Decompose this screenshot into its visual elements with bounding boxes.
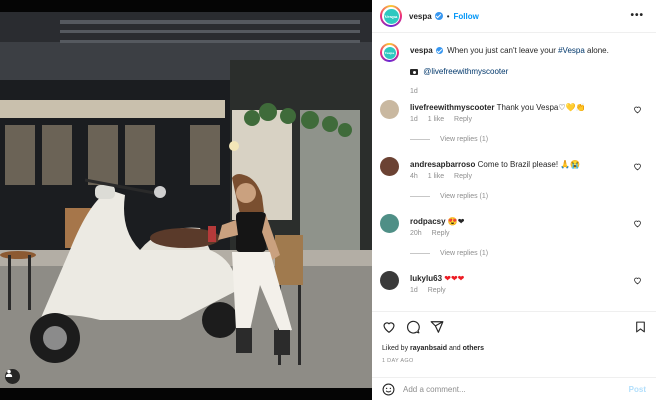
commenter-username[interactable]: lukylu63 xyxy=(410,274,442,283)
caption-body: When you just can't leave your xyxy=(447,46,556,55)
author-username[interactable]: vespa xyxy=(409,12,432,21)
commenter-avatar[interactable] xyxy=(380,214,399,233)
view-replies-button[interactable]: View replies (1) xyxy=(410,136,488,143)
header-separator: • xyxy=(446,11,450,21)
comment-like-count[interactable]: 1 like xyxy=(428,173,444,180)
caption-username[interactable]: vespa xyxy=(410,46,433,55)
comment-text: andresapbarroso Come to Brazil please! 🙏… xyxy=(410,159,630,170)
view-replies-button[interactable]: View replies (1) xyxy=(410,193,488,200)
action-icons xyxy=(382,320,444,334)
comment-text: rodpacsy 😍❤ xyxy=(410,216,630,227)
share-send-icon[interactable] xyxy=(430,320,444,334)
comment-input[interactable] xyxy=(403,384,613,394)
post-header: Vespa vespa • Follow ••• xyxy=(372,0,656,33)
comment-time: 4h xyxy=(410,173,418,180)
comment-item: lukylu63 ❤❤❤ 1d Reply xyxy=(380,271,648,301)
liked-by-prefix: Liked by xyxy=(382,345,409,352)
comment-emojis: 😍❤ xyxy=(447,217,465,226)
like-comment-heart-icon[interactable] xyxy=(633,162,642,171)
like-heart-icon[interactable] xyxy=(382,320,396,334)
caption-tail: alone. xyxy=(587,46,609,55)
comment-meta: 4h 1 like Reply xyxy=(410,173,480,180)
view-replies-label: View replies (1) xyxy=(440,193,489,200)
view-replies-button[interactable]: View replies (1) xyxy=(410,250,488,257)
replies-divider xyxy=(410,253,430,254)
commenter-avatar[interactable] xyxy=(380,157,399,176)
author-avatar[interactable]: Vespa xyxy=(380,5,402,27)
like-comment-heart-icon[interactable] xyxy=(633,219,642,228)
post-photo[interactable] xyxy=(0,0,372,400)
replies-divider xyxy=(410,196,430,197)
view-replies-label: View replies (1) xyxy=(440,250,489,257)
comment-time: 1d xyxy=(410,116,418,123)
comment-body: Thank you Vespa xyxy=(496,103,559,112)
liked-by-others-link[interactable]: others xyxy=(463,345,484,352)
follow-button[interactable]: Follow xyxy=(454,12,479,21)
comment-meta: 20h Reply xyxy=(410,230,458,237)
comment-item: andresapbarroso Come to Brazil please! 🙏… xyxy=(380,157,648,205)
caption-avatar[interactable]: Vespa xyxy=(380,43,399,62)
emoji-picker-icon[interactable] xyxy=(382,383,395,396)
like-comment-heart-icon[interactable] xyxy=(633,276,642,285)
comment-emojis: 🙏😭 xyxy=(560,160,581,169)
vespa-logo-avatar: Vespa xyxy=(383,46,396,59)
view-replies-label: View replies (1) xyxy=(440,136,489,143)
replies-divider xyxy=(410,139,430,140)
hashtag-link[interactable]: #Vespa xyxy=(558,46,585,55)
post-caption: Vespa vespa When you just can't leave yo… xyxy=(380,43,648,99)
commenter-avatar[interactable] xyxy=(380,271,399,290)
comment-like-count[interactable]: 1 like xyxy=(428,116,444,123)
comment-body: Come to Brazil please! xyxy=(477,160,559,169)
comment-emojis: ♡💛👏 xyxy=(558,103,586,112)
verified-badge-icon xyxy=(434,12,443,20)
caption-text: vespa When you just can't leave your #Ve… xyxy=(410,45,630,77)
comment-item: livefreewithmyscooter Thank you Vespa♡💛👏… xyxy=(380,100,648,148)
save-bookmark-icon[interactable] xyxy=(634,320,647,334)
liked-by-suffix: and xyxy=(448,345,461,352)
caption-meta: 1d xyxy=(410,88,426,95)
commenter-username[interactable]: livefreewithmyscooter xyxy=(410,103,494,112)
camera-icon xyxy=(410,69,418,75)
comment-time: 1d xyxy=(410,287,418,294)
vespa-logo-avatar: Vespa xyxy=(383,8,399,24)
credit-mention-link[interactable]: @livefreewithmyscooter xyxy=(423,67,508,76)
comment-time: 20h xyxy=(410,230,422,237)
liked-by-user-link[interactable]: rayanbsaid xyxy=(410,345,447,352)
comment-item: rodpacsy 😍❤ 20h Reply View replies (1) xyxy=(380,214,648,262)
comment-text: livefreewithmyscooter Thank you Vespa♡💛👏 xyxy=(410,102,630,113)
verified-badge-icon xyxy=(435,47,443,54)
comment-emojis: ❤❤❤ xyxy=(444,274,465,283)
like-comment-heart-icon[interactable] xyxy=(633,105,642,114)
user-tag-button[interactable] xyxy=(5,369,20,384)
reply-button[interactable]: Reply xyxy=(454,116,472,123)
comment-meta: 1d 1 like Reply xyxy=(410,116,480,123)
scene-illustration xyxy=(0,0,372,400)
post-details-panel: Vespa vespa • Follow ••• Vespa vespa Whe… xyxy=(372,0,656,400)
add-comment-bar: Post xyxy=(372,377,656,400)
reply-button[interactable]: Reply xyxy=(432,230,450,237)
commenter-username[interactable]: andresapbarroso xyxy=(410,160,475,169)
comments-list[interactable]: Vespa vespa When you just can't leave yo… xyxy=(372,34,656,310)
more-options-icon[interactable]: ••• xyxy=(630,10,644,21)
liked-by-text: Liked by rayanbsaid and others xyxy=(382,345,484,352)
post-timestamp[interactable]: 1 DAY AGO xyxy=(382,358,414,364)
reply-button[interactable]: Reply xyxy=(454,173,472,180)
comment-meta: 1d Reply xyxy=(410,287,454,294)
commenter-avatar[interactable] xyxy=(380,100,399,119)
user-tag-icon xyxy=(5,369,13,377)
comment-text: lukylu63 ❤❤❤ xyxy=(410,273,630,284)
reply-button[interactable]: Reply xyxy=(428,287,446,294)
caption-time: 1d xyxy=(410,88,418,95)
comment-bubble-icon[interactable] xyxy=(406,320,420,334)
post-actions: Liked by rayanbsaid and others 1 DAY AGO xyxy=(372,311,656,383)
commenter-username[interactable]: rodpacsy xyxy=(410,217,446,226)
post-comment-button[interactable]: Post xyxy=(629,385,646,394)
